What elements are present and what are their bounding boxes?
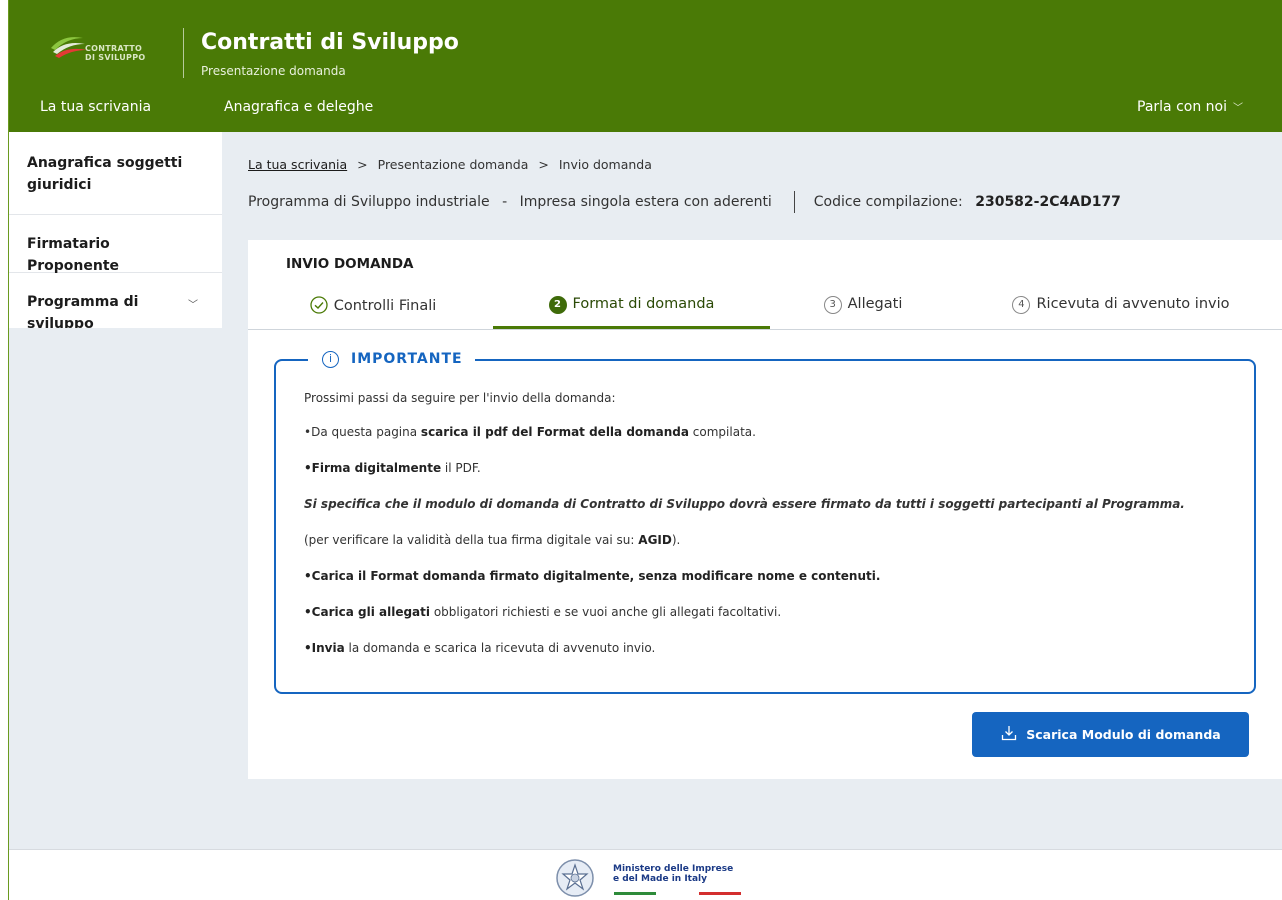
code-value: 230582-2C4AD177 <box>975 194 1121 210</box>
notice-step-sign: •Firma digitalmente il PDF. <box>304 461 481 475</box>
nav-registry-link[interactable]: Anagrafica e deleghe <box>224 99 373 115</box>
app-subtitle: Presentazione domanda <box>201 64 346 78</box>
tab-label: Allegati <box>847 296 903 312</box>
download-icon <box>1002 726 1017 741</box>
tab-allegati[interactable]: 3 Allegati <box>808 288 918 329</box>
tab-label: Controlli Finali <box>333 298 437 314</box>
nav-desk-link[interactable]: La tua scrivania <box>40 99 151 115</box>
notice-step-send: •Invia la domanda e scarica la ricevuta … <box>304 641 656 655</box>
italian-emblem-icon <box>556 859 594 897</box>
important-notice-box: i IMPORTANTE Prossimi passi da seguire pe… <box>274 349 1256 694</box>
breadcrumb-home-link[interactable]: La tua scrivania <box>248 157 347 172</box>
info-divider <box>794 191 796 213</box>
tab-label: Ricevuta di avvenuto invio <box>1036 296 1230 312</box>
invio-domanda-panel: INVIO DOMANDA Controlli Finali 2 Format d… <box>248 240 1282 779</box>
notice-step-upload-attachments: •Carica gli allegati obbligatori richies… <box>304 605 782 619</box>
tab-label: Format di domanda <box>572 296 715 312</box>
breadcrumb-separator: > <box>538 157 549 172</box>
tab-ricevuta[interactable]: 4 Ricevuta di avvenuto invio <box>996 288 1246 329</box>
app-title: Contratti di Sviluppo <box>201 30 459 55</box>
tab-format-domanda[interactable]: 2 Format di domanda <box>493 288 770 329</box>
logo-swoosh-icon <box>51 37 87 58</box>
step-number-badge: 2 <box>548 296 567 314</box>
sidebar-item-label: Firmatario Proponente <box>27 236 120 274</box>
step-number-badge: 4 <box>1012 296 1031 314</box>
logo-divider <box>183 28 184 78</box>
important-heading: i IMPORTANTE <box>308 349 475 369</box>
top-header: CONTRATTO DI SVILUPPO Contratti di Svilu… <box>9 0 1282 132</box>
tab-controlli-finali[interactable]: Controlli Finali <box>298 288 448 329</box>
breadcrumb-separator: > <box>357 157 368 172</box>
agid-link[interactable]: AGID <box>638 533 672 547</box>
notice-step-upload-format: •Carica il Format domanda firmato digita… <box>304 569 881 583</box>
program-type: Impresa singola estera con aderenti <box>519 194 772 210</box>
nav-talk-label: Parla con noi <box>1137 99 1227 115</box>
step-number-badge: 3 <box>823 296 842 314</box>
nav-talk-menu[interactable]: Parla con noi ﹀ <box>1137 99 1243 115</box>
check-circle-icon <box>310 296 328 314</box>
flag-stripe-red <box>699 892 741 895</box>
info-icon: i <box>322 351 339 368</box>
notice-agid: (per verificare la validità della tua fi… <box>304 533 681 547</box>
ministry-name: Ministero delle Imprese e del Made in It… <box>613 864 734 884</box>
code-label: Codice compilazione: <box>813 194 963 210</box>
program-info: Programma di Sviluppo industriale - Impr… <box>248 191 1121 213</box>
breadcrumb-presentazione: Presentazione domanda <box>377 157 529 172</box>
breadcrumb: La tua scrivania > Presentazione domanda… <box>248 157 652 172</box>
panel-title: INVIO DOMANDA <box>286 256 414 272</box>
breadcrumb-current: Invio domanda <box>558 157 652 172</box>
footer: Ministero delle Imprese e del Made in It… <box>9 849 1282 900</box>
notice-signature-requirement: Si specifica che il modulo di domanda di… <box>304 497 1185 511</box>
app-frame: CONTRATTO DI SVILUPPO Contratti di Svilu… <box>8 0 1282 900</box>
program-name: Programma di Sviluppo industriale <box>248 194 490 210</box>
notice-step-download: •Da questa pagina scarica il pdf del For… <box>304 425 756 439</box>
sidebar-item-firmatario[interactable]: Firmatario Proponente <box>9 215 222 274</box>
stepper-tabs: Controlli Finali 2 Format di domanda 3 All… <box>248 288 1282 330</box>
flag-stripe-green <box>614 892 656 895</box>
sidebar: Anagrafica soggetti giuridici Firmatario… <box>9 132 222 328</box>
sidebar-item-label: Anagrafica soggetti giuridici <box>27 155 183 193</box>
download-button-label: Scarica Modulo di domanda <box>1026 727 1221 742</box>
download-form-button[interactable]: Scarica Modulo di domanda <box>972 712 1249 757</box>
info-dash: - <box>502 194 508 210</box>
sidebar-item-anagrafica[interactable]: Anagrafica soggetti giuridici <box>9 132 222 215</box>
chevron-down-icon[interactable]: ﹀ <box>188 295 198 317</box>
contratto-sviluppo-logo[interactable]: CONTRATTO DI SVILUPPO <box>49 26 169 74</box>
chevron-down-icon: ﹀ <box>1233 103 1243 114</box>
notice-intro: Prossimi passi da seguire per l'invio de… <box>304 391 616 405</box>
logo-text: CONTRATTO DI SVILUPPO <box>85 44 146 62</box>
sidebar-item-programma[interactable]: Programma di sviluppo ﹀ <box>9 273 222 328</box>
sidebar-item-label: Programma di sviluppo <box>27 294 139 328</box>
